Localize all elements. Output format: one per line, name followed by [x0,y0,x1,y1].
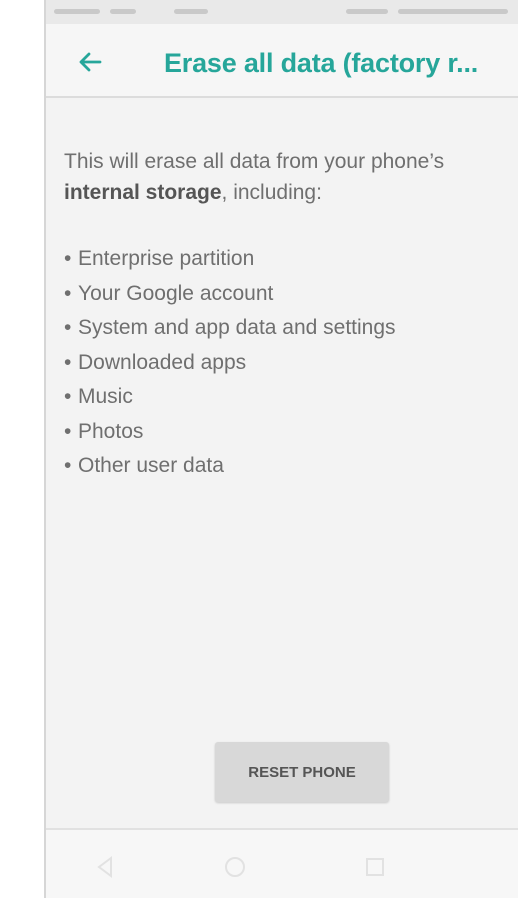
intro-text-after: , including: [221,181,322,204]
status-time [398,9,508,14]
list-item-label: Enterprise partition [78,247,255,270]
erase-description: This will erase all data from your phone… [64,146,518,484]
bullet-icon: • [64,247,72,270]
status-icons-left [54,9,100,14]
status-icons-left-2 [110,9,136,14]
list-item-label: Other user data [78,454,224,477]
intro-text-before: This will erase all data from your phone… [64,150,445,173]
app-bar: Erase all data (factory r... [46,24,518,98]
bullet-icon: • [64,281,72,305]
phone-frame: Erase all data (factory r... This will e… [0,0,518,898]
list-item-label: Downloaded apps [78,350,247,374]
bullet-icon: • [64,350,72,374]
list-item: • System and app data and settings [64,311,518,346]
status-icons-center [174,9,208,14]
erase-items-list: • Enterprise partition • Your Google accou… [64,242,518,484]
list-item: • Other user data [64,449,518,484]
list-item: • Downloaded apps [64,346,518,381]
list-item: • Enterprise partition [64,242,518,277]
list-item-label: Music [78,385,133,408]
list-item: • Your Google account [64,277,518,312]
settings-screen: Erase all data (factory r... This will e… [46,0,518,898]
bullet-icon: • [64,316,72,339]
page-title: Erase all data (factory r... [164,48,479,78]
bullet-icon: • [64,385,72,408]
status-icons-right [346,9,388,14]
intro-text: This will erase all data from your phone… [64,146,518,208]
status-bar [46,0,518,24]
bullet-icon: • [64,454,72,477]
nav-back-icon[interactable] [92,854,118,880]
reset-phone-button[interactable]: RESET PHONE [215,742,389,802]
list-item: • Music [64,380,518,415]
list-item-label: Your Google account [78,281,274,305]
nav-home-icon[interactable] [222,854,248,880]
list-item-label: System and app data and settings [78,316,396,339]
arrow-left-icon[interactable] [76,48,104,76]
intro-text-bold: internal storage [64,181,222,204]
bullet-icon: • [64,419,72,443]
navigation-bar [46,828,518,898]
nav-recents-icon[interactable] [362,854,388,880]
list-item-label: Photos [78,419,144,443]
list-item: • Photos [64,415,518,450]
